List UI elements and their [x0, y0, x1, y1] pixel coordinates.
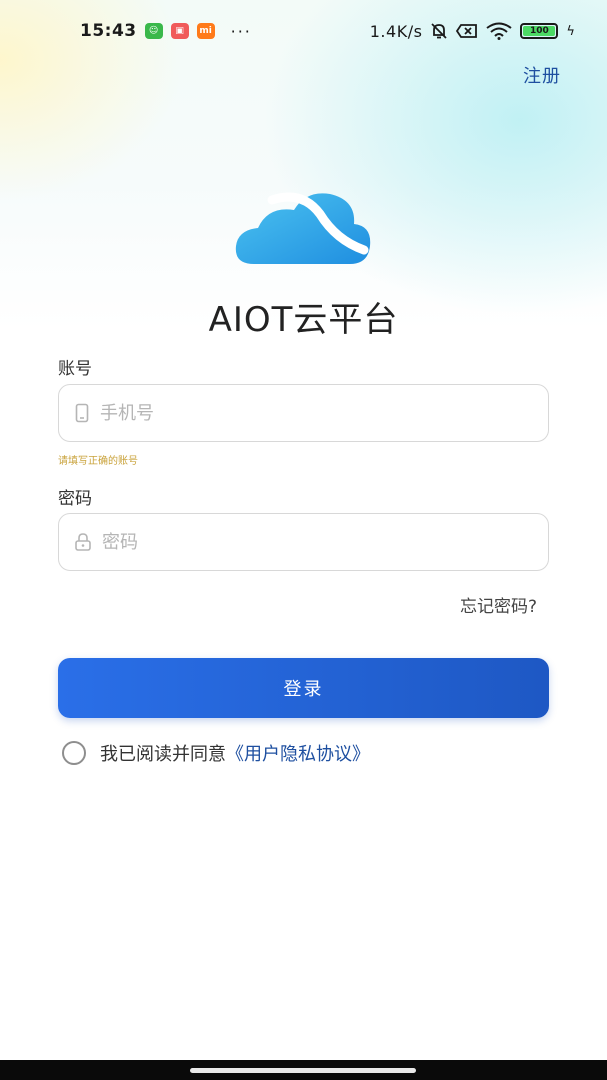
mute-bell-icon [431, 23, 448, 39]
forgot-password-link[interactable]: 忘记密码? [460, 592, 537, 617]
app-title: AIOT云平台 [208, 300, 399, 340]
battery-level: 100 [523, 26, 556, 36]
message-app-icon: ☺ [144, 23, 163, 39]
sim-disabled-icon [456, 24, 478, 38]
password-field[interactable] [58, 513, 549, 571]
briefcase-app-icon: ▣ [170, 23, 189, 39]
wifi-icon [486, 22, 513, 40]
status-time: 15:43 [80, 21, 137, 41]
password-input[interactable] [102, 531, 522, 553]
agreement-text: 我已阅读并同意 [100, 744, 226, 765]
agreement-checkbox[interactable] [62, 741, 86, 765]
navigation-bar [0, 1060, 607, 1080]
status-bar: 15:43 ☺ ▣ mi ··· 1.4K/s 100 ϟ [0, 0, 607, 62]
charging-icon: ϟ [566, 23, 575, 39]
battery-icon: 100 [520, 23, 559, 39]
register-link[interactable]: 注册 [523, 62, 561, 88]
phone-icon [75, 403, 89, 423]
account-input[interactable] [100, 402, 520, 424]
cloud-logo-icon [235, 192, 371, 264]
privacy-policy-link[interactable]: 《用户隐私协议》 [226, 740, 370, 766]
agreement-row: 我已阅读并同意 《用户隐私协议》 [62, 740, 370, 766]
account-label: 账号 [58, 359, 92, 379]
lock-icon [75, 533, 91, 551]
account-hint: 请填写正确的账号 [58, 456, 138, 467]
status-indicators: 1.4K/s 100 ϟ [370, 22, 575, 41]
account-field[interactable] [58, 384, 549, 442]
mi-app-icon: mi [196, 23, 215, 39]
home-indicator[interactable] [190, 1068, 416, 1073]
login-button[interactable]: 登录 [58, 658, 549, 718]
more-notifications-icon: ··· [230, 21, 252, 41]
network-speed: 1.4K/s [369, 21, 423, 41]
password-label: 密码 [58, 489, 92, 509]
